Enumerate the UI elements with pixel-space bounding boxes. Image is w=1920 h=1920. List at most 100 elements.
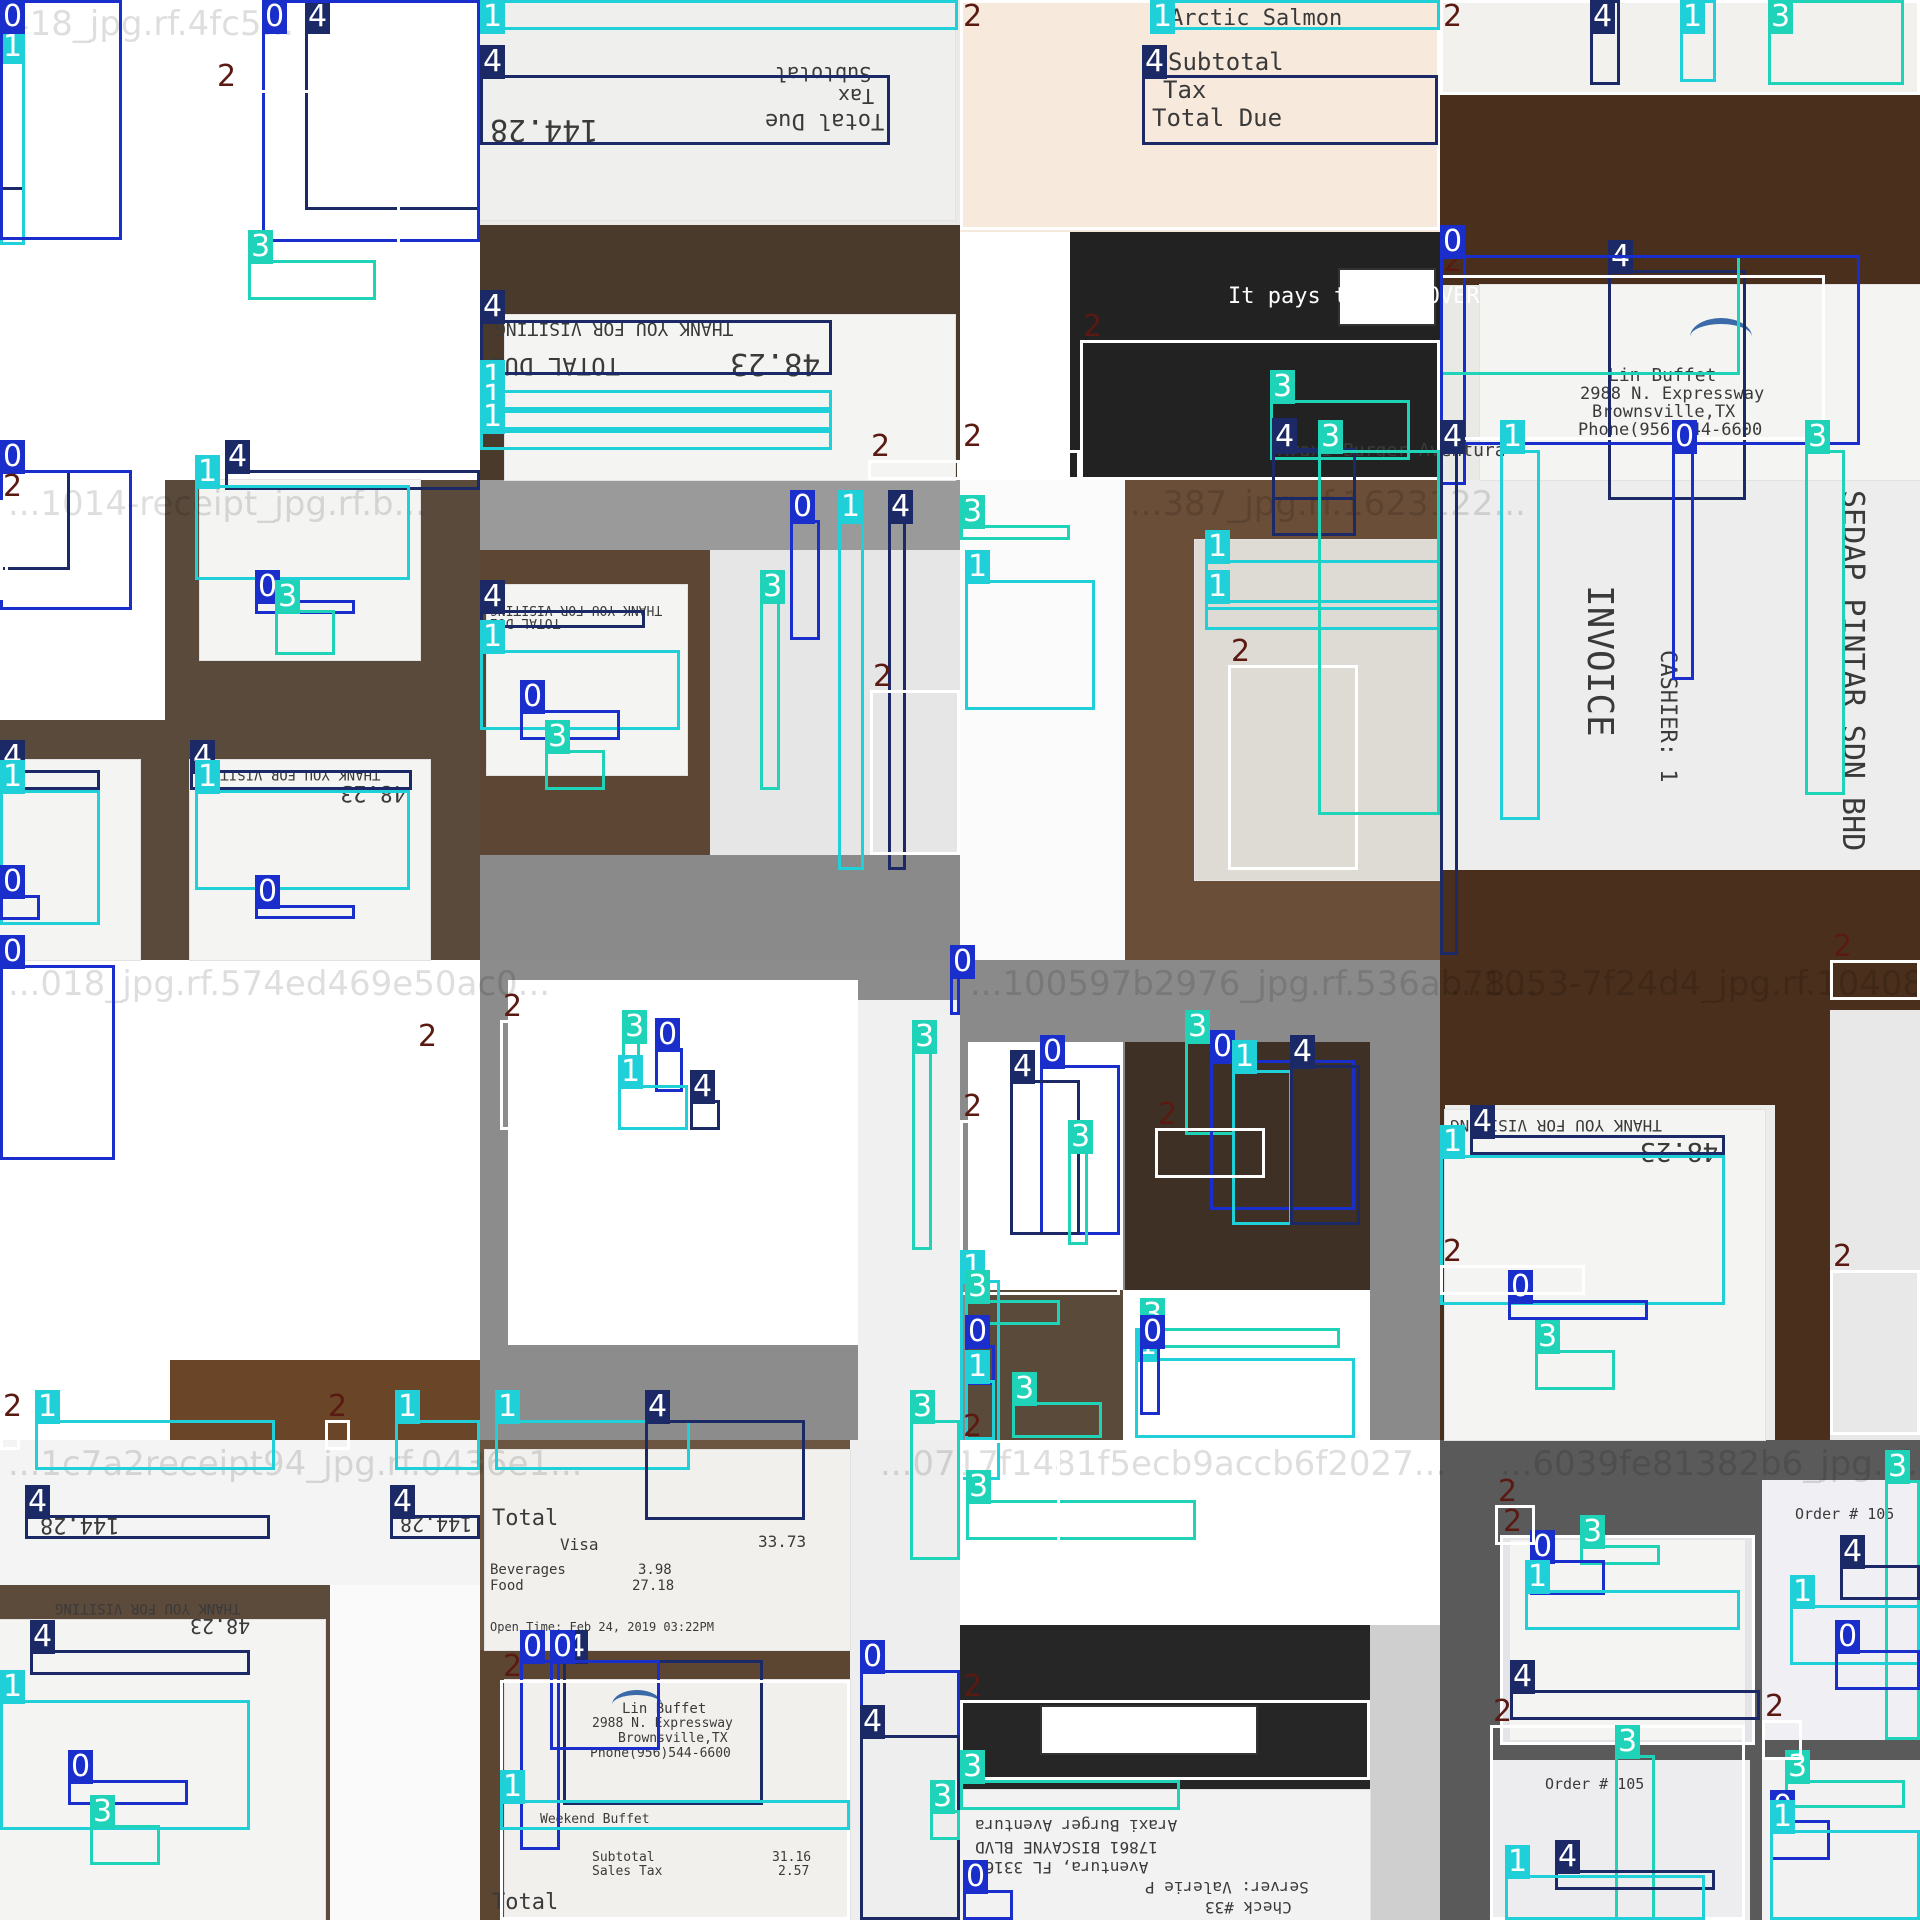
bbox-label: 2 xyxy=(873,659,893,694)
bbox-label: 1 xyxy=(480,400,506,434)
bbox-class-1 xyxy=(965,580,1095,710)
bbox-label: 4 xyxy=(1840,1535,1866,1569)
bbox-class-3 xyxy=(1068,1150,1088,1245)
receipt-text: 33.73 xyxy=(758,1532,807,1551)
bbox-class-3 xyxy=(910,1420,960,1560)
bbox-class-2 xyxy=(1495,1505,1535,1545)
bbox-class-1 xyxy=(195,790,410,890)
bbox-class-1 xyxy=(1770,1830,1920,1920)
bbox-class-3 xyxy=(930,1810,960,1840)
receipt-text: Server: Valerie P xyxy=(1145,1878,1309,1897)
bbox-label: 3 xyxy=(760,570,786,604)
bbox-label: 1 xyxy=(1505,1845,1531,1879)
bbox-class-0 xyxy=(1140,1345,1160,1415)
bbox-label: 1 xyxy=(1205,570,1231,604)
bbox-label: 0 xyxy=(950,945,976,979)
bbox-label: 0 xyxy=(255,875,281,909)
bbox-label: 2 xyxy=(1443,1234,1463,1269)
bbox-class-1 xyxy=(500,1800,850,1830)
bbox-class-4 xyxy=(690,1100,720,1130)
bbox-label: 3 xyxy=(1615,1725,1641,1759)
bbox-class-4 xyxy=(1142,75,1438,145)
bbox-label: 4 xyxy=(480,45,506,79)
bbox-class-3 xyxy=(1805,450,1845,795)
filename-watermark: ...6039fe81382b6_jpg.rf.34ce4ff5 xyxy=(1500,1444,1920,1484)
bbox-label: 3 xyxy=(1185,1010,1211,1044)
bbox-class-3 xyxy=(760,600,780,790)
bbox-label: 1 xyxy=(1500,420,1526,454)
bbox-label: 0 xyxy=(963,1860,989,1894)
bbox-label: 4 xyxy=(390,1485,416,1519)
bbox-class-3 xyxy=(1318,450,1440,815)
bbox-label: 0 xyxy=(860,1640,886,1674)
bbox-label: 0 xyxy=(1672,420,1698,454)
bbox-label: 1 xyxy=(0,760,26,794)
augmented-mosaic: Subtotal Tax Total Due Arctic Salmon It … xyxy=(0,0,1920,1920)
bbox-class-4 xyxy=(30,1650,250,1675)
bbox-label: 3 xyxy=(960,1750,986,1784)
bbox-label: 2 xyxy=(1498,1474,1518,1509)
bbox-class-0 xyxy=(1835,1650,1920,1690)
bbox-label: 3 xyxy=(275,580,301,614)
bbox-label: 4 xyxy=(480,580,506,614)
bbox-class-2 xyxy=(1440,1265,1585,1295)
bbox-label: 1 xyxy=(965,550,991,584)
bbox-label: 0 xyxy=(0,935,26,969)
bbox-label: 4 xyxy=(645,1390,671,1424)
bbox-label: 2 xyxy=(1083,309,1103,344)
bbox-class-2 xyxy=(1762,1720,1802,1760)
bbox-label: 3 xyxy=(910,1390,936,1424)
bbox-class-1 xyxy=(480,390,832,410)
bbox-label: 0 xyxy=(1440,225,1466,259)
bbox-class-1 xyxy=(195,485,410,580)
bbox-label: 1 xyxy=(1440,1125,1466,1159)
bbox-class-1 xyxy=(35,1420,275,1470)
bbox-class-4 xyxy=(1290,1065,1360,1225)
receipt-text: 17861 BISCAYNE BLVD xyxy=(975,1838,1159,1857)
bbox-class-2 xyxy=(870,690,960,855)
bbox-label: 3 xyxy=(965,1270,991,1304)
bbox-label: 4 xyxy=(30,1620,56,1654)
bbox-label: 3 xyxy=(912,1020,938,1054)
receipt-text: 3.98 xyxy=(638,1562,672,1578)
bbox-class-2 xyxy=(1830,1270,1920,1435)
bbox-label: 4 xyxy=(1440,420,1466,454)
bbox-class-1 xyxy=(838,520,864,870)
bbox-label: 2 xyxy=(963,419,983,454)
bbox-class-4 xyxy=(1440,450,1458,955)
bbox-class-1 xyxy=(0,1700,250,1830)
bbox-label: 1 xyxy=(1232,1040,1258,1074)
bbox-label: 3 xyxy=(1768,0,1794,34)
bbox-class-1 xyxy=(618,1085,688,1130)
bbox-label: 4 xyxy=(25,1485,51,1519)
bbox-label: 1 xyxy=(480,0,506,34)
bbox-label: 1 xyxy=(1150,0,1176,34)
bbox-class-2 xyxy=(0,1420,20,1450)
bbox-label: 1 xyxy=(195,760,221,794)
bbox-label: 2 xyxy=(1833,929,1853,964)
bbox-class-0 xyxy=(790,520,820,640)
tile-r4c3-right xyxy=(1370,1625,1440,1920)
bbox-class-0 xyxy=(0,965,115,1160)
bbox-label: 3 xyxy=(90,1795,116,1829)
bbox-label: 2 xyxy=(503,989,523,1024)
bbox-label: 0 xyxy=(520,680,546,714)
bbox-label: 1 xyxy=(965,1350,991,1384)
bbox-class-3 xyxy=(275,610,335,655)
bbox-class-1 xyxy=(1500,450,1540,820)
bbox-label: 1 xyxy=(1680,0,1706,34)
receipt-text: Order # 105 xyxy=(1795,1505,1895,1523)
bbox-label: 1 xyxy=(0,1670,26,1704)
bbox-label: 4 xyxy=(1590,0,1616,34)
bbox-label: 2 xyxy=(1443,0,1463,34)
bbox-class-3 xyxy=(1140,1328,1340,1348)
bbox-label: 4 xyxy=(1010,1050,1036,1084)
bbox-label: 3 xyxy=(248,230,274,264)
bbox-label: 2 xyxy=(1231,634,1251,669)
bbox-label: 3 xyxy=(1318,420,1344,454)
bbox-label: 2 xyxy=(1493,1694,1513,1729)
bbox-label: 2 xyxy=(963,1089,983,1124)
bbox-label: 1 xyxy=(480,620,506,654)
receipt-text: 27.18 xyxy=(632,1578,675,1594)
bbox-label: 2 xyxy=(3,1389,23,1424)
